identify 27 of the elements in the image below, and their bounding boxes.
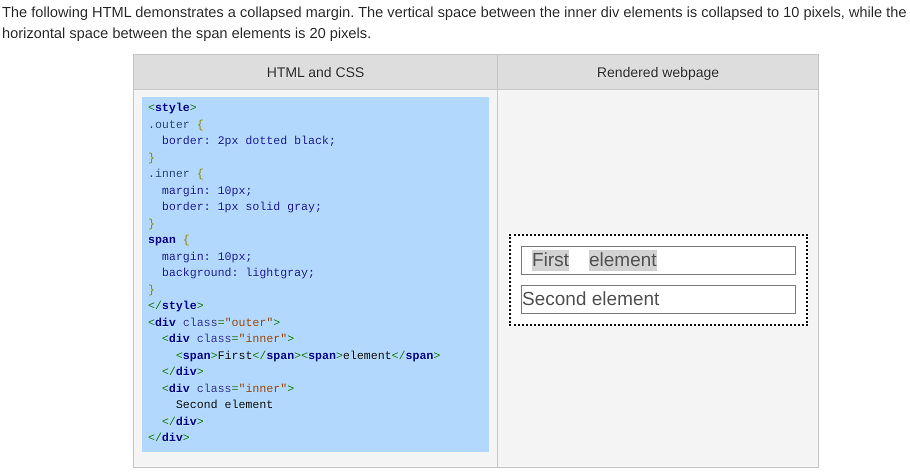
code-line: </div> xyxy=(160,365,204,381)
code-line: </div> xyxy=(148,431,190,447)
code-line: } xyxy=(148,282,155,298)
code-line: <div class="inner"> xyxy=(160,332,294,348)
code-line: } xyxy=(148,150,155,166)
span-text: First xyxy=(532,250,569,271)
code-line: margin: 10px; xyxy=(160,184,252,200)
code-line: } xyxy=(148,216,155,232)
code-line: </style> xyxy=(148,299,204,315)
code-line: Second element xyxy=(174,398,274,414)
plain-text: Second element xyxy=(522,288,660,312)
code-line: <div class="outer"> xyxy=(148,316,280,332)
code-line: background: lightgray; xyxy=(160,266,315,282)
code-line: </div> xyxy=(160,414,204,430)
intro-paragraph: The following HTML demonstrates a collapsed margin. The vertical space between the inner div elements is collapsed to 10 pixels, while the horizontal space between the span elements is 20 pixels. xyxy=(1,4,908,44)
code-line: <div class="inner"> xyxy=(160,382,294,398)
span-text: element xyxy=(588,250,657,271)
code-line: span { xyxy=(148,233,190,249)
code-line: border: 1px solid gray; xyxy=(160,200,322,216)
column-header: Rendered webpage xyxy=(498,54,818,90)
code-line: margin: 10px; xyxy=(160,250,252,266)
code-line: <span>First</span><span>element</span> xyxy=(174,348,440,364)
code-line: .inner { xyxy=(148,167,204,183)
code-line: .outer { xyxy=(148,118,204,134)
code-line: <style> xyxy=(148,101,197,117)
code-line: border: 2px dotted black; xyxy=(160,134,336,150)
column-header: HTML and CSS xyxy=(134,54,498,90)
